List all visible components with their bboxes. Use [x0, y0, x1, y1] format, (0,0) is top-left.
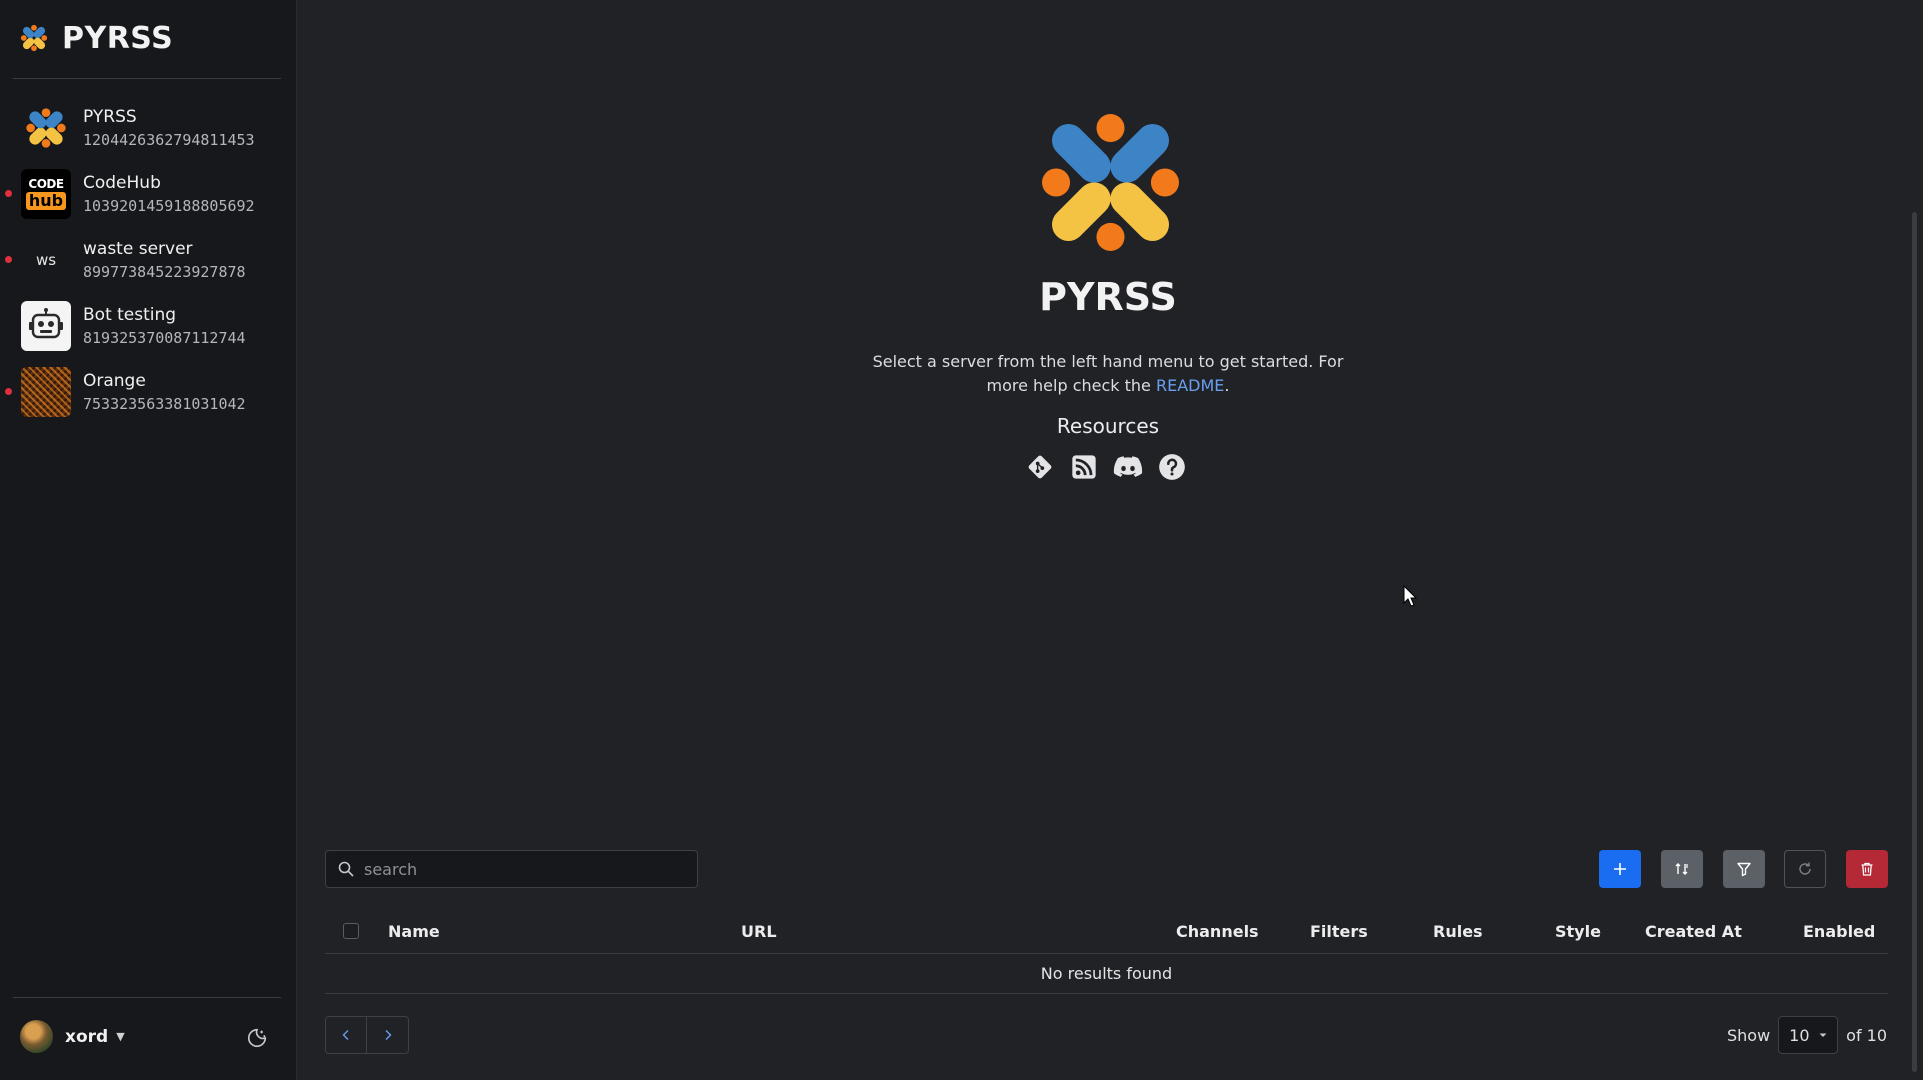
server-id: 819325370087112744 [83, 329, 246, 347]
select-all-checkbox[interactable] [343, 923, 359, 939]
readme-link[interactable]: README [1156, 376, 1224, 395]
orange-texture-icon [21, 367, 71, 417]
delete-button[interactable] [1846, 850, 1888, 888]
search-box [325, 850, 698, 888]
pyrss-logo-icon [20, 24, 48, 52]
codehub-logo-icon: CODE hub [21, 169, 71, 219]
server-id: 1204426362794811453 [83, 131, 255, 149]
codehub-logo-text: CODE [28, 177, 64, 191]
empty-state: No results found [325, 954, 1888, 994]
sidebar: PYRSS PYRSS 1204426362794811453 CODE hub… [0, 0, 297, 1080]
page-size-select[interactable]: 10 [1778, 1016, 1839, 1054]
column-header-filters[interactable]: Filters [1310, 922, 1368, 941]
caret-down-icon [1819, 1033, 1827, 1037]
server-item-waste-server[interactable]: ws waste server 899773845223927878 [0, 227, 297, 293]
hero-text: . [1224, 376, 1230, 395]
column-header-rules[interactable]: Rules [1433, 922, 1483, 941]
server-name: PYRSS [83, 107, 137, 127]
column-header-url[interactable]: URL [741, 922, 777, 941]
column-header-enabled[interactable]: Enabled [1803, 922, 1875, 941]
git-icon[interactable] [1025, 452, 1055, 482]
pyrss-logo-icon [1042, 114, 1179, 251]
codehub-logo-text: hub [25, 192, 67, 210]
hero-description: Select a server from the left hand menu … [858, 350, 1358, 398]
server-id: 1039201459188805692 [83, 197, 255, 215]
column-header-channels[interactable]: Channels [1176, 922, 1259, 941]
filter-icon [1737, 862, 1751, 877]
resources-title: Resources [1056, 414, 1160, 438]
table-header: Name URL Channels Filters Rules Style Cr… [325, 912, 1888, 954]
plus-icon [1614, 863, 1626, 875]
chevron-right-icon [385, 1030, 391, 1040]
search-icon [338, 861, 354, 877]
column-header-name[interactable]: Name [388, 922, 440, 941]
server-name: waste server [83, 239, 193, 259]
column-header-created-at[interactable]: Created At [1645, 922, 1742, 941]
unread-dot [5, 388, 12, 395]
hero-title: PYRSS [1039, 275, 1177, 319]
server-name: Bot testing [83, 305, 177, 325]
hero-text: Select a server from the left hand menu … [872, 352, 1344, 395]
page-count-label: of 10 [1846, 1025, 1888, 1045]
sort-icon [1675, 863, 1688, 875]
column-header-style[interactable]: Style [1555, 922, 1601, 941]
add-button[interactable] [1599, 850, 1641, 888]
unread-dot [5, 256, 12, 263]
refresh-icon [1799, 862, 1811, 875]
help-icon[interactable] [1157, 452, 1187, 482]
server-thumb [21, 103, 71, 153]
server-id: 899773845223927878 [83, 263, 246, 281]
feeds-table: Name URL Channels Filters Rules Style Cr… [325, 912, 1888, 994]
divider [13, 997, 281, 998]
pyrss-logo-icon [26, 108, 66, 148]
divider [13, 78, 281, 79]
server-item-pyrss[interactable]: PYRSS 1204426362794811453 [0, 95, 297, 161]
caret-down-icon: ▼ [116, 1030, 125, 1043]
server-name: CodeHub [83, 173, 161, 193]
server-id: 753323563381031042 [83, 395, 246, 413]
page-size-control: Show 10 of 10 [1727, 1016, 1887, 1054]
main-content: PYRSS Select a server from the left hand… [298, 0, 1923, 1080]
refresh-button[interactable] [1784, 850, 1826, 888]
page-size-value: 10 [1789, 1025, 1810, 1045]
prev-page-button[interactable] [325, 1016, 367, 1054]
brand[interactable]: PYRSS [18, 18, 173, 58]
rss-icon[interactable] [1069, 452, 1099, 482]
robot-icon [29, 308, 63, 339]
moon-icon[interactable] [246, 1027, 268, 1049]
resources-links [1025, 452, 1187, 482]
server-list: PYRSS 1204426362794811453 CODE hub CodeH… [0, 95, 297, 425]
discord-icon[interactable] [1113, 452, 1143, 482]
filter-button[interactable] [1723, 850, 1765, 888]
server-name: Orange [83, 371, 146, 391]
server-thumb [21, 301, 71, 351]
scrollbar[interactable] [1912, 212, 1917, 1072]
brand-title: PYRSS [62, 20, 174, 56]
chevron-left-icon [342, 1030, 349, 1040]
server-item-orange[interactable]: Orange 753323563381031042 [0, 359, 297, 425]
next-page-button[interactable] [367, 1016, 409, 1054]
pagination [325, 1016, 409, 1054]
sort-columns-button[interactable] [1661, 850, 1703, 888]
server-item-codehub[interactable]: CODE hub CodeHub 1039201459188805692 [0, 161, 297, 227]
server-initials: ws [35, 251, 57, 269]
trash-icon [1861, 862, 1873, 876]
avatar [20, 1020, 53, 1053]
unread-dot [5, 190, 12, 197]
show-label: Show [1727, 1025, 1771, 1045]
mouse-cursor-icon [1403, 585, 1417, 607]
search-input[interactable] [364, 859, 664, 879]
username: xord [65, 1026, 109, 1047]
server-item-bot-testing[interactable]: Bot testing 819325370087112744 [0, 293, 297, 359]
user-menu[interactable]: xord ▼ [20, 1020, 125, 1053]
